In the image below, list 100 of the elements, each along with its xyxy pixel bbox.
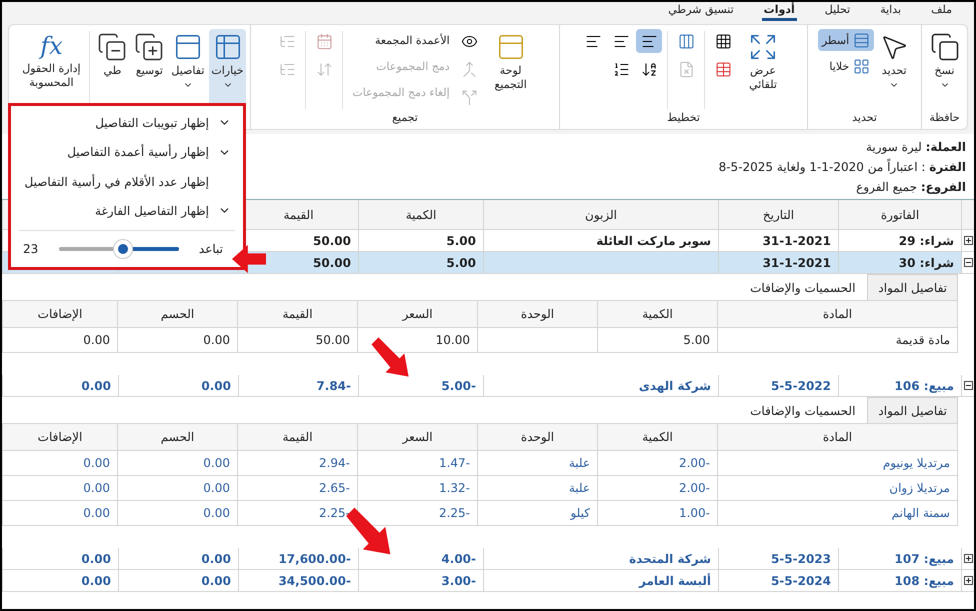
detail-tab[interactable]: الحسميات والإضافات (740, 276, 866, 300)
table-cell: -1.47 (357, 451, 477, 475)
report-info-line: الفروع: جميع الفروع (856, 179, 966, 196)
table-cell: 0.00 (117, 476, 237, 500)
group-label: تحديد (851, 110, 878, 126)
table-cell: -17,600.00 (238, 548, 358, 569)
column-header[interactable]: الإضافات (2, 301, 117, 327)
table-cell: سمنة الهانم (717, 501, 957, 525)
table-cell: 5-5-2024 (718, 570, 838, 591)
table-cell: شركة المتحدة (483, 548, 718, 569)
ribbon-tab[interactable]: بداية (878, 2, 904, 21)
collapse-icon[interactable] (964, 258, 972, 267)
table-cell: شراء: 30 (838, 252, 961, 273)
column-header[interactable]: الكمية (597, 424, 717, 450)
table-cell: 0.00 (2, 501, 117, 525)
column-header[interactable]: الوحدة (477, 424, 597, 450)
menu-item[interactable]: إظهار التفاصيل الفارغة (19, 196, 235, 226)
table-cell: 5.00 (358, 252, 483, 273)
grouping-command[interactable]: الأعمدة المجمعة (370, 29, 454, 51)
detail-tab[interactable]: تفاصيل المواد (867, 274, 958, 300)
copy-icon (930, 32, 960, 62)
table-cell: علبة (477, 476, 597, 500)
group-label: تجميع (391, 110, 419, 126)
column-header[interactable]: الإضافات (2, 424, 117, 450)
slider-thumb[interactable] (113, 238, 134, 259)
column-header[interactable]: القيمة (237, 301, 357, 327)
table-cell: 5.00 (358, 230, 483, 251)
table-cell: 0.00 (118, 570, 238, 591)
selection-mode-button[interactable]: أسطر (818, 29, 874, 51)
numbered-list-icon (612, 60, 630, 78)
table-cell: 0.00 (2, 451, 117, 475)
ribbon-tab[interactable]: تنسيق شرطي (666, 2, 736, 21)
sort-icon (316, 60, 333, 78)
column-header[interactable]: السعر (357, 424, 477, 450)
table-cell: 5-5-2022 (718, 375, 838, 396)
table-cell: 0.00 (2, 476, 117, 500)
ribbon-tab[interactable]: ملف (929, 2, 954, 21)
column-header[interactable]: الفاتورة (838, 200, 961, 229)
sort-icon (640, 60, 658, 78)
column-header[interactable]: الزبون (483, 200, 718, 229)
select-button[interactable]: تحديد (877, 29, 912, 109)
table-cell: 31-1-2021 (718, 230, 838, 251)
stacked-minus-icon (97, 32, 128, 62)
stacked-plus-icon (134, 32, 164, 62)
expand-icon[interactable] (964, 576, 972, 585)
table-cell: 0.00 (117, 451, 237, 475)
column-header[interactable]: المادة (717, 301, 957, 327)
calendar-icon (316, 32, 333, 50)
ribbon-tab[interactable]: تحليل (822, 2, 852, 21)
expand-icon[interactable] (964, 554, 972, 563)
rows-icon (853, 32, 870, 48)
menu-item[interactable]: إظهار رأسية أعمدة التفاصيل (19, 137, 235, 167)
expand-icon[interactable] (964, 236, 972, 245)
table-cell: -7.84 (238, 375, 358, 396)
column-header[interactable]: المادة (717, 424, 957, 450)
table-cell: -1.00 (597, 501, 717, 525)
column-header[interactable]: التاريخ (718, 200, 838, 229)
column-header[interactable]: السعر (357, 301, 477, 327)
menu-item[interactable]: إظهار عدد الأقلام في رأسية التفاصيل (19, 166, 235, 196)
table-cell: علبة (477, 451, 597, 475)
copy-button[interactable]: نسخ (928, 29, 962, 109)
column-header[interactable]: الحسم (117, 301, 237, 327)
report-info-line: العملة: ليرة سورية (866, 139, 966, 156)
table-cell: -2.94 (237, 451, 357, 475)
table-cell: 0.00 (2, 548, 118, 569)
group-label: تخطيط (666, 110, 701, 126)
align-button[interactable] (636, 29, 662, 53)
table-icon (714, 60, 732, 78)
grid-icon (714, 32, 732, 50)
detail-tab[interactable]: الحسميات والإضافات (740, 399, 866, 423)
column-header[interactable]: الكمية (358, 200, 483, 229)
table-cell: سوبر ماركت العائلة (483, 230, 718, 251)
table-cell: 5-5-2023 (718, 548, 838, 569)
group-label: حافظة (928, 110, 961, 126)
table-cell: -2.00 (597, 451, 717, 475)
column-header[interactable]: الكمية (597, 301, 717, 327)
table-cell: 31-1-2021 (718, 252, 838, 273)
selection-mode-button[interactable]: خلايا (818, 55, 874, 77)
collapse-icon[interactable] (964, 381, 972, 390)
table-cell: 0.00 (117, 501, 237, 525)
table-cell: -2.65 (237, 476, 357, 500)
table-cell: مبيع: 107 (838, 548, 961, 569)
table-cell: 0.00 (2, 375, 118, 396)
merge-icon (461, 60, 478, 78)
auto-width-button[interactable]: عرض تلقائي (739, 29, 787, 109)
grouping-panel-button[interactable]: لوحة التجميع (486, 29, 536, 109)
table-cell: كيلو (477, 501, 597, 525)
cells-icon (853, 58, 870, 74)
table-cell: 0.00 (117, 328, 237, 352)
column-header[interactable]: القيمة (237, 424, 357, 450)
table-cell: مرتديلا زوان (717, 476, 957, 500)
split-icon (461, 88, 478, 106)
table-cell: -2.00 (597, 476, 717, 500)
spacing-slider[interactable] (58, 238, 179, 259)
table-cell: 0.00 (118, 375, 238, 396)
column-header[interactable]: الوحدة (477, 301, 597, 327)
column-header[interactable]: الحسم (117, 424, 237, 450)
detail-tab[interactable]: تفاصيل المواد (867, 397, 958, 423)
table-cell: مبيع: 108 (838, 570, 961, 591)
table-cell: -1.32 (357, 476, 477, 500)
